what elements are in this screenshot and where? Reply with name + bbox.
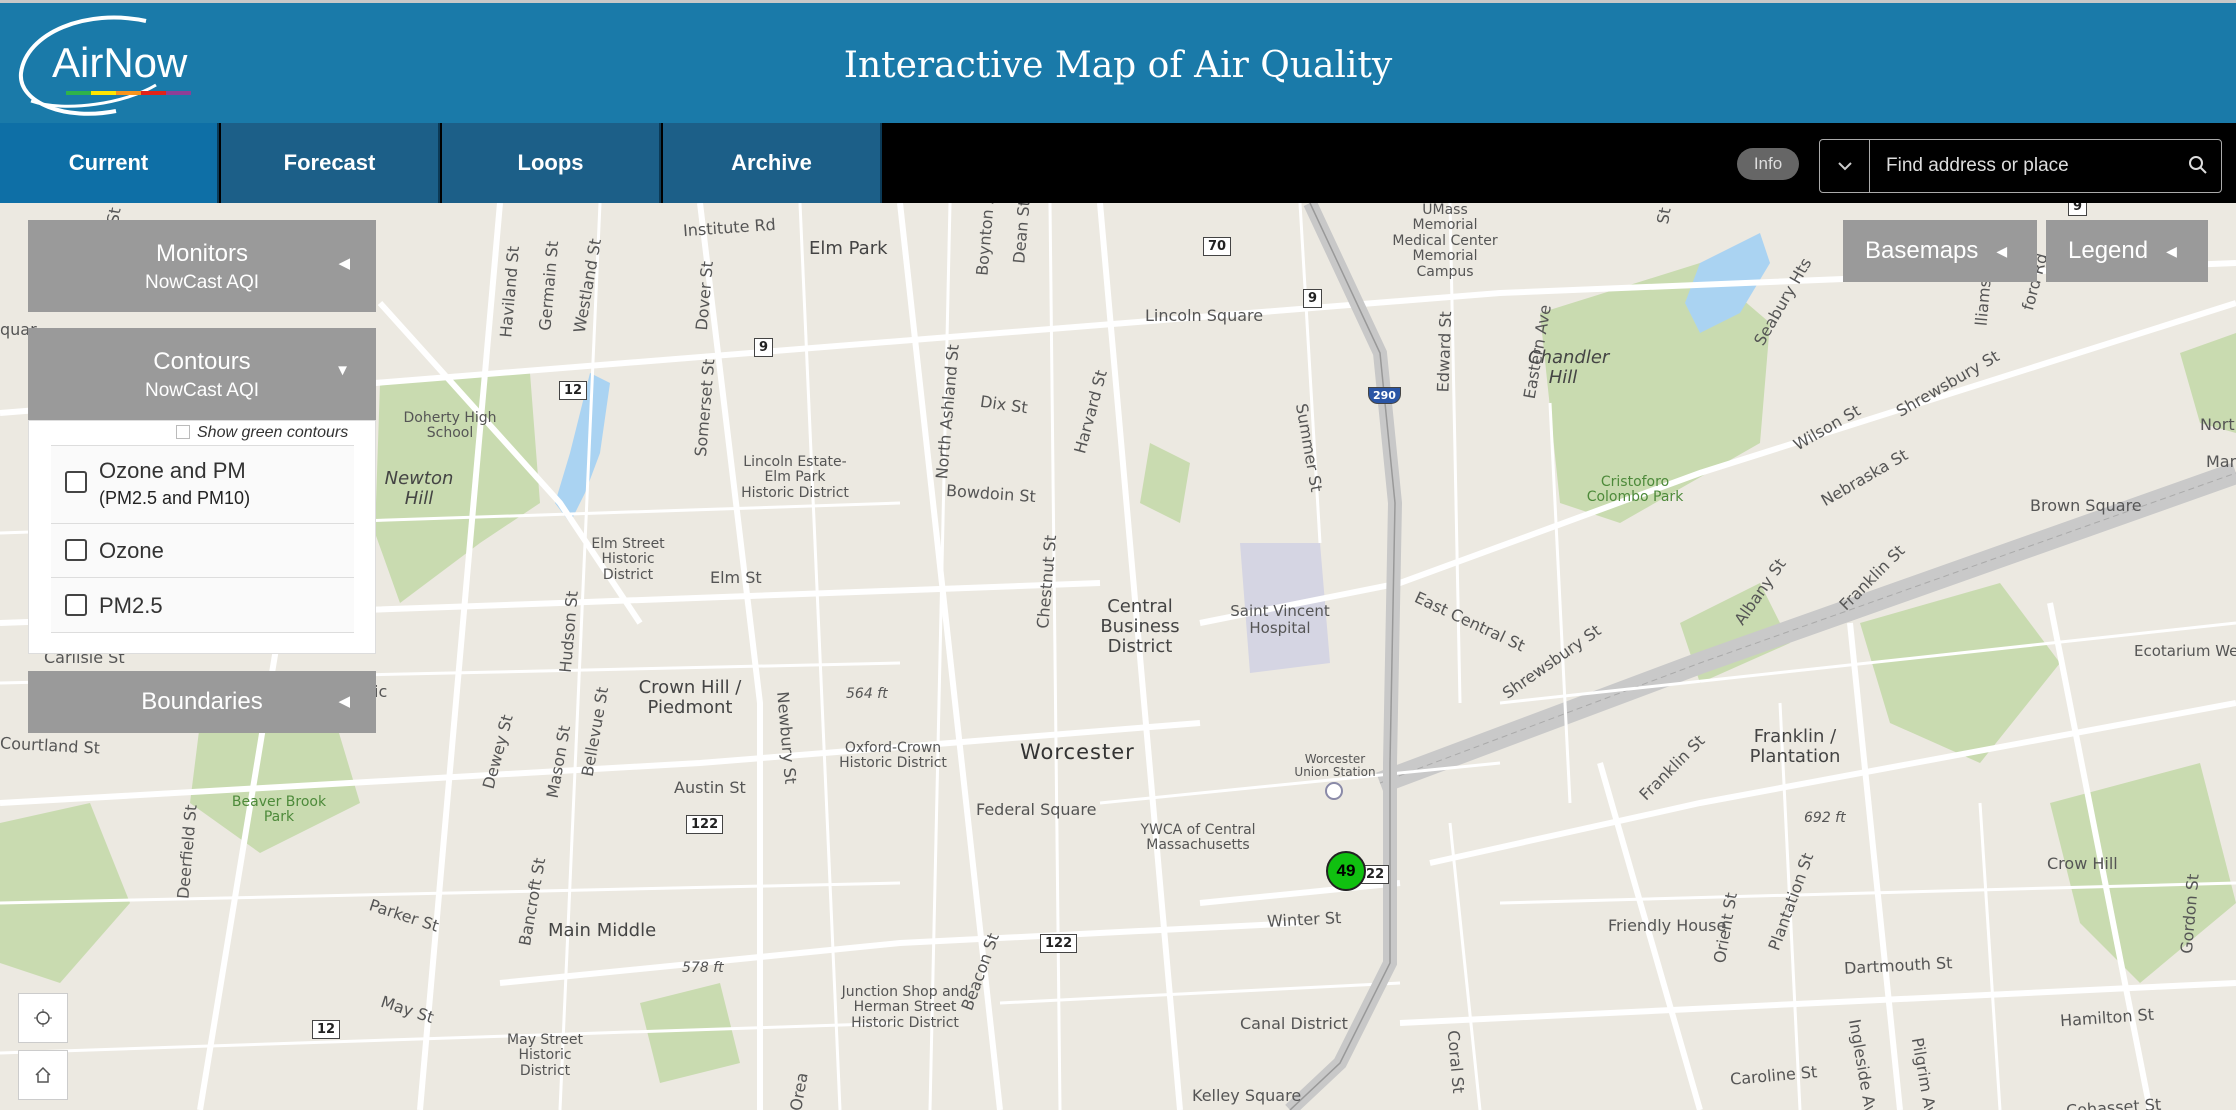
label-crown-hill: Crown Hill / Piedmont — [638, 677, 742, 718]
collapse-left-icon: ◀ — [1996, 242, 2008, 259]
contours-options: Show green contours Ozone and PM (PM2.5 … — [28, 420, 376, 654]
tab-forecast[interactable]: Forecast — [221, 123, 440, 203]
label-oxford-crown: Oxford-Crown Historic District — [839, 740, 947, 772]
home-icon — [35, 1066, 51, 1083]
label-union-station: Worcester Union Station — [1294, 752, 1376, 780]
contours-panel-header[interactable]: Contours NowCast AQI ▼ — [28, 328, 376, 420]
label-street: Winter St — [1266, 908, 1342, 931]
collapse-left-icon: ◀ — [338, 255, 350, 272]
label-friendly-house: Friendly House — [1608, 916, 1727, 935]
legend-label: Legend — [2068, 237, 2149, 264]
label-street: Edward St — [1433, 310, 1456, 393]
info-button[interactable]: Info — [1737, 148, 1799, 180]
label-doherty: Doherty High School — [403, 410, 497, 442]
label-brown-square: Brown Square — [2030, 496, 2142, 515]
show-green-checkbox[interactable] — [176, 425, 190, 439]
label-edge: Mar — [2206, 452, 2236, 471]
header: AirNow Interactive Map of Air Quality — [0, 0, 2236, 123]
page-title: Interactive Map of Air Quality — [843, 45, 1393, 86]
interstate-shield: 290 — [1368, 387, 1401, 404]
crosshair-icon — [34, 1009, 52, 1027]
option-label: Ozone — [99, 538, 164, 563]
label-canal-district: Canal District — [1240, 1014, 1348, 1033]
label-franklin-plantation: Franklin / Plantation — [1749, 726, 1841, 767]
label-umass: UMass Memorial Medical Center Memorial C… — [1392, 203, 1498, 280]
contours-subtitle: NowCast AQI — [144, 380, 260, 401]
basemaps-button[interactable]: Basemaps ◀ — [1843, 220, 2037, 282]
expand-down-icon: ▼ — [335, 362, 350, 379]
contour-option-ozone-pm[interactable]: Ozone and PM (PM2.5 and PM10) — [51, 445, 354, 523]
label-street: St — [1653, 206, 1675, 226]
monitors-panel-header[interactable]: Monitors NowCast AQI ◀ — [28, 220, 376, 312]
tab-current[interactable]: Current — [0, 123, 219, 203]
monitors-subtitle: NowCast AQI — [144, 272, 260, 293]
label-ywca: YWCA of Central Massachusetts — [1140, 822, 1256, 854]
label-elevation-578: 578 ft — [682, 960, 724, 976]
contour-option-pm25[interactable]: PM2.5 — [51, 577, 354, 633]
search-source-dropdown[interactable] — [1820, 140, 1870, 192]
show-green-label: Show green contours — [197, 424, 349, 441]
nav-bar: Current Forecast Loops Archive Info Find… — [0, 123, 2236, 203]
contour-option-ozone[interactable]: Ozone — [51, 523, 354, 577]
chevron-down-icon — [1837, 162, 1852, 171]
route-shield: 12 — [559, 381, 588, 400]
boundaries-panel-header[interactable]: Boundaries ◀ — [28, 671, 376, 733]
home-button[interactable] — [18, 1050, 68, 1100]
search-input[interactable]: Find address or place — [1886, 155, 2069, 177]
label-edge: North — [2200, 415, 2236, 434]
label-kelley-square: Kelley Square — [1192, 1086, 1302, 1105]
label-junction-shop: Junction Shop and Herman Street Historic… — [841, 984, 969, 1031]
label-beaver-brook: Beaver Brook Park — [231, 794, 327, 826]
label-may-street: May Street Historic District — [507, 1032, 583, 1079]
label-worcester: Worcester — [1020, 740, 1135, 764]
label-ecotarium: Ecotarium West — [2134, 642, 2236, 660]
route-shield: 70 — [1203, 237, 1232, 256]
checkbox[interactable] — [65, 471, 87, 493]
label-saint-vincent: Saint Vincent Hospital — [1230, 602, 1330, 637]
collapse-left-icon: ◀ — [338, 693, 350, 710]
label-street: Austin St — [674, 778, 746, 797]
tab-archive[interactable]: Archive — [663, 123, 882, 203]
label-cristoforo: Cristoforo Colombo Park — [1586, 474, 1684, 506]
basemaps-label: Basemaps — [1865, 237, 1979, 264]
route-shield: 9 — [754, 338, 774, 357]
tab-loops[interactable]: Loops — [442, 123, 661, 203]
boundaries-title: Boundaries — [141, 688, 263, 715]
route-shield: 9 — [2068, 203, 2088, 216]
search-icon[interactable] — [2187, 154, 2209, 176]
label-main-middle: Main Middle — [548, 920, 657, 941]
label-elm-park: Elm Park — [809, 238, 888, 259]
label-elevation-692: 692 ft — [1804, 810, 1846, 826]
route-shield: 9 — [1303, 289, 1323, 308]
collapse-left-icon: ◀ — [2166, 242, 2177, 259]
label-crow-hill: Crow Hill — [2047, 854, 2118, 873]
route-shield: 122 — [686, 815, 724, 834]
label-street: Elm St — [710, 568, 762, 587]
route-shield: 12 — [312, 1020, 341, 1039]
map-canvas[interactable]: Worcester Elm Park Lincoln Square Centra… — [0, 203, 2236, 1110]
label-lincoln-estate: Lincoln Estate-Elm Park Historic Distric… — [741, 454, 849, 501]
label-central-business: Central Business District — [1100, 596, 1180, 657]
label-lincoln-square: Lincoln Square — [1145, 306, 1264, 325]
label-newton-hill: Newton Hill — [384, 468, 454, 509]
option-label: Ozone and PM — [99, 458, 246, 483]
option-sublabel: (PM2.5 and PM10) — [99, 488, 251, 508]
monitors-title: Monitors — [155, 240, 249, 267]
route-shield: 122 — [1040, 934, 1078, 953]
option-label: PM2.5 — [99, 593, 163, 618]
checkbox[interactable] — [65, 594, 87, 616]
search-box: Find address or place — [1819, 139, 2222, 193]
locate-button[interactable] — [18, 993, 68, 1043]
label-federal-square: Federal Square — [976, 800, 1097, 819]
label-elevation-564: 564 ft — [846, 686, 888, 702]
legend-button[interactable]: Legend ◀ — [2046, 220, 2208, 282]
label-elm-street-hd: Elm Street Historic District — [591, 536, 665, 583]
aqi-monitor-marker[interactable]: 49 — [1326, 851, 1366, 891]
checkbox[interactable] — [65, 539, 87, 561]
contours-title: Contours — [153, 348, 251, 375]
